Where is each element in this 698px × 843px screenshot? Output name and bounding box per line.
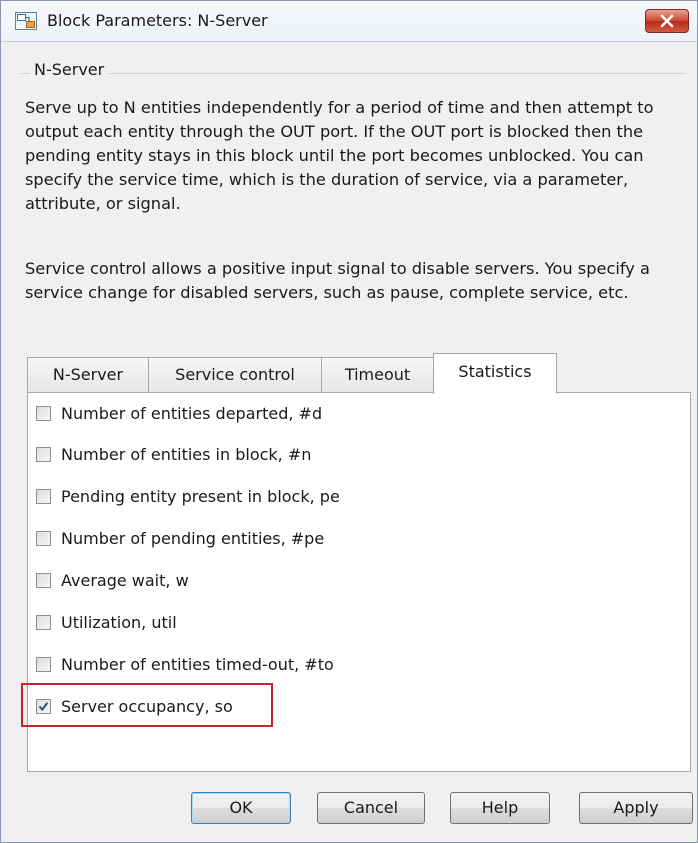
tab-statistics[interactable]: Statistics	[433, 353, 557, 394]
checkbox-label: Number of entities in block, #n	[61, 444, 312, 464]
checkbox-pending-entity-present[interactable]: Pending entity present in block, pe	[36, 479, 340, 513]
checkbox-label: Average wait, w	[61, 570, 189, 590]
simulink-block-icon	[15, 12, 37, 30]
checkbox-pending-entities[interactable]: Number of pending entities, #pe	[36, 521, 324, 555]
checkbox-label: Number of entities departed, #d	[61, 403, 323, 423]
checkbox-average-wait[interactable]: Average wait, w	[36, 563, 189, 597]
ok-button[interactable]: OK	[191, 792, 291, 824]
description-paragraph: Service control allows a positive input …	[25, 259, 650, 302]
checkbox[interactable]	[36, 488, 51, 504]
checkbox[interactable]	[36, 614, 51, 630]
checkbox-label: Number of pending entities, #pe	[61, 528, 325, 548]
checkbox-entities-timed-out[interactable]: Number of entities timed-out, #to	[36, 647, 334, 681]
group-label: N-Server	[30, 60, 109, 79]
checkbox-entities-departed[interactable]: Number of entities departed, #d	[36, 396, 322, 430]
checkbox[interactable]	[36, 656, 51, 672]
window-title: Block Parameters: N-Server	[47, 11, 268, 30]
block-parameters-dialog: Block Parameters: N-Server N-Server Serv…	[0, 0, 698, 843]
close-icon	[660, 14, 674, 28]
tab-service-control[interactable]: Service control	[148, 357, 322, 393]
checkbox[interactable]	[36, 446, 51, 462]
checkbox-label: Pending entity present in block, pe	[61, 486, 340, 506]
checkbox-utilization[interactable]: Utilization, util	[36, 605, 177, 639]
close-button[interactable]	[645, 9, 689, 33]
title-bar[interactable]: Block Parameters: N-Server	[1, 1, 697, 42]
checkbox-entities-in-block[interactable]: Number of entities in block, #n	[36, 437, 311, 471]
tab-bar: N-Server Service control Timeout Statist…	[27, 353, 691, 394]
checkbox[interactable]	[36, 405, 51, 421]
tab-timeout[interactable]: Timeout	[321, 357, 434, 393]
description-paragraph: Serve up to N entities independently for…	[25, 98, 654, 213]
checkbox-label: Number of entities timed-out, #to	[61, 654, 334, 674]
highlight-box	[21, 683, 273, 727]
help-button[interactable]: Help	[450, 792, 550, 824]
tab-n-server[interactable]: N-Server	[27, 357, 149, 393]
checkbox-label: Utilization, util	[61, 612, 177, 632]
checkbox[interactable]	[36, 530, 51, 546]
checkbox[interactable]	[36, 572, 51, 588]
cancel-button[interactable]: Cancel	[317, 792, 425, 824]
apply-button[interactable]: Apply	[579, 792, 693, 824]
